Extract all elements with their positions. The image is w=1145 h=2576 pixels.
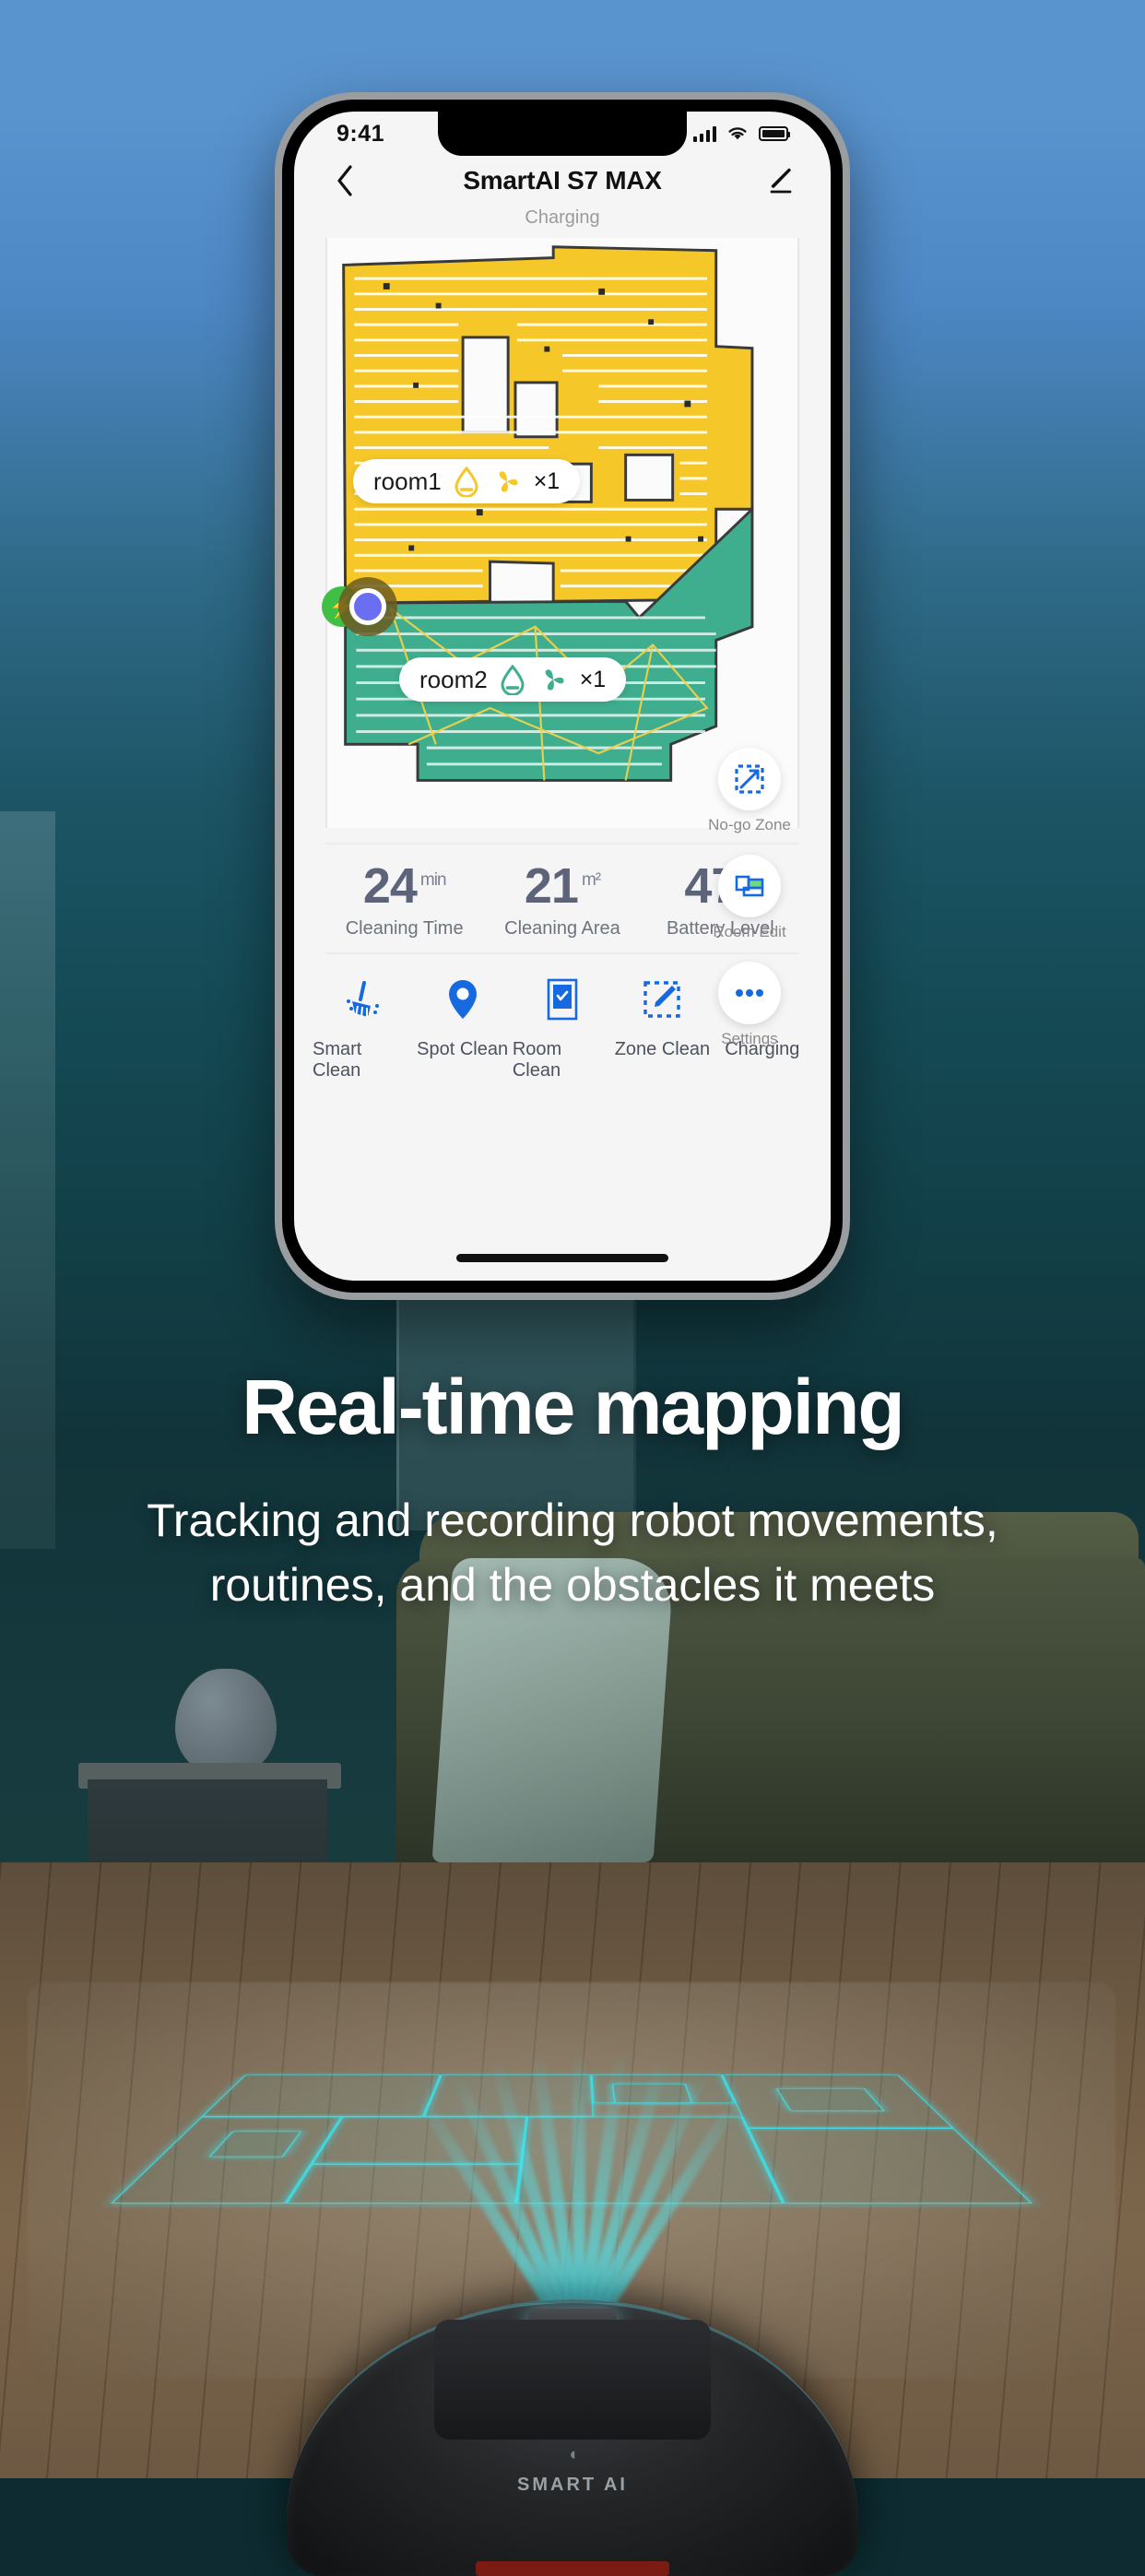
- pencil-edit-icon: [770, 168, 792, 194]
- map-pin-icon: [448, 980, 477, 1019]
- action-icon-wrap: [542, 975, 583, 1024]
- fan-suction-icon: [545, 669, 564, 691]
- action-smart-clean[interactable]: Smart Clean: [313, 975, 412, 1081]
- wifi-icon: [728, 127, 747, 140]
- room-chip[interactable]: room2 ×1: [399, 657, 627, 702]
- room-chip[interactable]: room1 ×1: [353, 459, 581, 503]
- map-tool-rail: No-go Zone Room Edit Settings: [694, 748, 805, 1048]
- battery-icon: [759, 126, 790, 141]
- action-room-clean[interactable]: Room Clean: [513, 975, 612, 1081]
- action-label: Room Clean: [512, 1039, 562, 1081]
- stat-cleaning-time: 24 min Cleaning Time: [325, 861, 483, 939]
- headline: Real-time mapping: [242, 1364, 904, 1450]
- robot-marker-core: [349, 588, 386, 625]
- edit-button[interactable]: [761, 161, 799, 200]
- stat-unit: min: [419, 870, 447, 890]
- stat-label: Cleaning Time: [345, 918, 464, 939]
- back-button[interactable]: [325, 161, 364, 200]
- action-spot-clean[interactable]: Spot Clean: [412, 975, 512, 1081]
- broom-icon: [347, 981, 380, 1019]
- no-go-zone-icon: [735, 764, 764, 794]
- phone-frame: 9:41 SmartAI S7 MAX Charging room1 ×1 ro…: [282, 100, 843, 1293]
- robot-brand-label: SMART AI: [517, 2475, 628, 2495]
- home-indicator[interactable]: [456, 1254, 668, 1262]
- tool-bubble: [718, 962, 781, 1024]
- water-drop-icon: [454, 466, 478, 497]
- page-title: SmartAI S7 MAX: [463, 166, 662, 195]
- map-canvas: [341, 245, 754, 782]
- phone-notch: [438, 112, 687, 156]
- action-icon-wrap: [340, 975, 384, 1024]
- wifi-icon: ◖: [567, 2445, 578, 2464]
- robot-top-plate: ◖ SMART AI: [434, 2320, 711, 2495]
- robot-bumper-light: [476, 2561, 669, 2576]
- more-dots-icon: [736, 989, 763, 997]
- room-repeat-count: ×1: [533, 467, 561, 494]
- tool-bubble: [718, 855, 781, 917]
- action-icon-wrap: [641, 975, 683, 1024]
- water-drop-icon: [501, 664, 525, 695]
- phone-mockup: 9:41 SmartAI S7 MAX Charging room1 ×1 ro…: [275, 92, 850, 1300]
- tool-label: Room Edit: [713, 923, 786, 940]
- tool-label: No-go Zone: [708, 816, 791, 833]
- action-label: Smart Clean: [313, 1039, 362, 1081]
- room-name: room1: [373, 467, 442, 495]
- phone-screen: 9:41 SmartAI S7 MAX Charging room1 ×1 ro…: [294, 112, 831, 1281]
- tool-room-edit[interactable]: Room Edit: [713, 855, 786, 941]
- stat-unit: m²: [581, 870, 601, 890]
- room-repeat-count: ×1: [579, 666, 607, 692]
- room-name: room2: [419, 665, 488, 693]
- fan-suction-icon: [499, 471, 518, 492]
- device-status-text: Charging: [525, 207, 600, 228]
- subline-2: routines, and the obstacles it meets: [209, 1559, 936, 1611]
- stat-cleaning-area: 21 m² Cleaning Area: [483, 861, 641, 939]
- tool-label: Settings: [721, 1030, 778, 1047]
- room-edit-icon: [735, 875, 764, 897]
- stat-value: 24 min: [362, 858, 447, 914]
- tool-settings[interactable]: Settings: [718, 962, 781, 1048]
- marketing-copy: Real-time mapping Tracking and recording…: [0, 1363, 1145, 1614]
- zone-pencil-icon: [643, 981, 681, 1018]
- app-navbar: SmartAI S7 MAX: [294, 156, 831, 202]
- status-bar-icons: [693, 125, 790, 142]
- robot-position-marker[interactable]: [338, 577, 397, 636]
- tool-no-go-zone[interactable]: No-go Zone: [708, 748, 791, 834]
- tool-bubble: [718, 748, 781, 810]
- cellular-signal-icon: [693, 125, 716, 142]
- cleaning-map[interactable]: room1 ×1 room2 ×1: [322, 238, 799, 828]
- action-label: Spot Clean: [417, 1039, 509, 1059]
- chevron-left-icon: [337, 165, 352, 196]
- status-bar-clock: 9:41: [336, 120, 385, 147]
- subline-1: Tracking and recording robot movements,: [147, 1495, 998, 1546]
- vase: [175, 1669, 277, 1778]
- stat-value: 21 m²: [524, 858, 601, 914]
- room-checkbox-icon: [547, 978, 578, 1021]
- stat-label: Cleaning Area: [504, 918, 620, 939]
- action-icon-wrap: [443, 975, 483, 1024]
